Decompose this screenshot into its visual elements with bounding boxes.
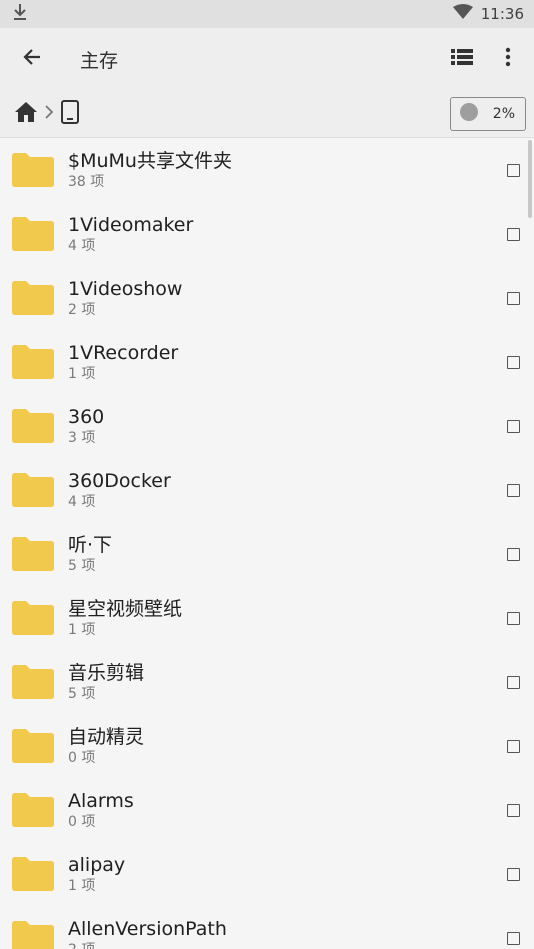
- item-count: 3 项: [68, 430, 96, 446]
- more-options-button[interactable]: [490, 41, 526, 77]
- list-item[interactable]: 360Docker 4 项: [0, 458, 534, 522]
- item-count: 2 项: [68, 302, 96, 318]
- folder-icon: [12, 473, 54, 507]
- item-count: 1 项: [68, 366, 96, 382]
- list-item[interactable]: 星空视频壁纸 1 项: [0, 586, 534, 650]
- arrow-back-icon: [22, 47, 42, 71]
- item-checkbox[interactable]: [507, 227, 520, 241]
- item-checkbox[interactable]: [507, 803, 520, 817]
- item-name: 1Videomaker: [68, 214, 194, 236]
- folder-icon: [12, 665, 54, 699]
- item-name: 360: [68, 406, 105, 428]
- scrollbar[interactable]: [528, 140, 532, 218]
- chevron-right-icon: [44, 104, 54, 123]
- item-count: 5 项: [68, 558, 96, 574]
- page-title: 主存: [80, 49, 119, 72]
- item-count: 4 项: [68, 494, 96, 510]
- item-count: 1 项: [68, 878, 96, 894]
- folder-icon: [12, 345, 54, 379]
- item-count: 0 项: [68, 750, 96, 766]
- item-name: AllenVersionPath: [68, 918, 227, 940]
- item-name: $MuMu共享文件夹: [68, 150, 232, 172]
- item-name: 听·下: [68, 534, 113, 556]
- item-checkbox[interactable]: [507, 547, 520, 561]
- folder-icon: [12, 537, 54, 571]
- item-checkbox[interactable]: [507, 163, 520, 177]
- list-item[interactable]: $MuMu共享文件夹 38 项: [0, 138, 534, 202]
- item-checkbox[interactable]: [507, 291, 520, 305]
- status-bar: 11:36: [0, 0, 534, 28]
- item-name: 星空视频壁纸: [68, 598, 183, 620]
- item-count: 0 项: [68, 814, 96, 830]
- item-name: Alarms: [68, 790, 134, 812]
- item-count: 5 项: [68, 686, 96, 702]
- item-count: 38 项: [68, 174, 105, 190]
- list-item[interactable]: 音乐剪辑 5 项: [0, 650, 534, 714]
- folder-icon: [12, 729, 54, 763]
- item-checkbox[interactable]: [507, 419, 520, 433]
- list-item[interactable]: 1Videoshow 2 项: [0, 266, 534, 330]
- more-vert-icon: [505, 47, 511, 71]
- item-count: 1 项: [68, 622, 96, 638]
- item-count: 4 项: [68, 238, 96, 254]
- item-name: 1Videoshow: [68, 278, 183, 300]
- item-checkbox[interactable]: [507, 867, 520, 881]
- list-item[interactable]: 1Videomaker 4 项: [0, 202, 534, 266]
- breadcrumb: 2%: [0, 90, 534, 138]
- view-mode-button[interactable]: [444, 41, 480, 77]
- item-checkbox[interactable]: [507, 931, 520, 945]
- item-name: 360Docker: [68, 470, 171, 492]
- item-checkbox[interactable]: [507, 675, 520, 689]
- list-view-icon: [451, 48, 473, 70]
- list-item[interactable]: 360 3 项: [0, 394, 534, 458]
- folder-icon: [12, 601, 54, 635]
- list-item[interactable]: Alarms 0 项: [0, 778, 534, 842]
- list-item[interactable]: alipay 1 项: [0, 842, 534, 906]
- storage-percent: 2%: [492, 105, 515, 122]
- folder-icon: [12, 281, 54, 315]
- app-bar: 主存: [0, 28, 534, 90]
- folder-icon: [12, 921, 54, 949]
- storage-pie-icon: [459, 102, 479, 126]
- item-name: alipay: [68, 854, 126, 876]
- status-time: 11:36: [480, 5, 524, 23]
- item-name: 自动精灵: [68, 726, 145, 748]
- back-button[interactable]: [14, 41, 50, 77]
- wifi-icon: [452, 4, 473, 24]
- item-name: 1VRecorder: [68, 342, 179, 364]
- list-item[interactable]: 听·下 5 项: [0, 522, 534, 586]
- phone-icon[interactable]: [60, 99, 80, 128]
- list-item[interactable]: 1VRecorder 1 项: [0, 330, 534, 394]
- storage-usage-button[interactable]: 2%: [450, 96, 526, 131]
- item-name: 音乐剪辑: [68, 662, 145, 684]
- item-checkbox[interactable]: [507, 483, 520, 497]
- folder-icon: [12, 793, 54, 827]
- download-icon: [12, 3, 28, 25]
- file-list[interactable]: $MuMu共享文件夹 38 项 1Videomaker 4 项 1Videosh…: [0, 138, 534, 949]
- item-checkbox[interactable]: [507, 739, 520, 753]
- folder-icon: [12, 857, 54, 891]
- folder-icon: [12, 153, 54, 187]
- item-checkbox[interactable]: [507, 355, 520, 369]
- home-icon[interactable]: [14, 101, 38, 127]
- folder-icon: [12, 217, 54, 251]
- item-count: 2 项: [68, 941, 507, 949]
- list-item[interactable]: 自动精灵 0 项: [0, 714, 534, 778]
- list-item[interactable]: AllenVersionPath 2 项: [0, 906, 534, 949]
- folder-icon: [12, 409, 54, 443]
- item-checkbox[interactable]: [507, 611, 520, 625]
